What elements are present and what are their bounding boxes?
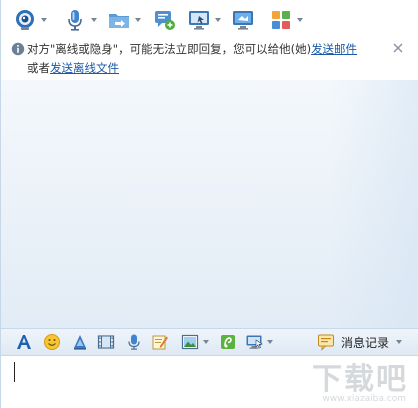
screenshot-button[interactable]	[97, 332, 115, 352]
film-strip-icon	[97, 335, 115, 349]
smiley-icon	[44, 334, 60, 350]
message-history-button[interactable]: 消息记录	[317, 332, 403, 352]
chat-history-icon	[318, 334, 334, 351]
watermark-logo-text: 下载吧	[312, 362, 408, 397]
chevron-down-icon[interactable]	[203, 340, 209, 344]
remote-assist-button[interactable]	[187, 7, 221, 33]
watermark: 下载吧 www.xiazaiba.com	[292, 350, 412, 406]
microphone-icon	[68, 10, 82, 31]
voice-button[interactable]	[63, 7, 97, 33]
top-toolbar	[1, 0, 418, 38]
gift-icon	[221, 335, 235, 349]
chevron-down-icon[interactable]	[135, 18, 141, 22]
apps-button[interactable]	[269, 7, 303, 33]
screen-capture-icon	[246, 335, 263, 349]
offline-notice: 对方"离线或隐身"，可能无法立即回复，您可以给他(她)发送邮件 或者发送离线文件	[7, 40, 413, 78]
close-icon[interactable]	[391, 41, 405, 55]
font-icon	[17, 335, 31, 349]
chevron-down-icon[interactable]	[297, 18, 303, 22]
shake-icon	[74, 335, 86, 350]
microphone-icon	[128, 334, 140, 350]
doodle-button[interactable]	[151, 332, 169, 352]
file-transfer-button[interactable]	[107, 7, 141, 33]
apps-grid-icon	[272, 11, 290, 29]
send-offline-file-link[interactable]: 发送离线文件	[50, 61, 119, 75]
message-add-icon	[155, 11, 175, 30]
screen-capture-button[interactable]	[245, 332, 273, 352]
chevron-down-icon[interactable]	[41, 18, 47, 22]
chevron-down-icon[interactable]	[396, 340, 403, 344]
chevron-down-icon[interactable]	[267, 340, 273, 344]
chat-window: 对方"离线或隐身"，可能无法立即回复，您可以给他(她)发送邮件 或者发送离线文件	[0, 0, 418, 408]
notice-line-1: 对方"离线或隐身"，可能无法立即回复，您可以给他(她)发送邮件	[27, 40, 357, 58]
message-history-area[interactable]	[1, 80, 418, 328]
text-cursor	[14, 362, 15, 382]
info-icon	[11, 42, 25, 56]
remote-desktop-icon	[189, 11, 209, 30]
shake-window-button[interactable]	[71, 332, 89, 352]
screen-share-icon	[233, 11, 253, 30]
chevron-down-icon[interactable]	[215, 18, 221, 22]
gift-button[interactable]	[219, 332, 237, 352]
folder-transfer-icon	[109, 14, 129, 28]
screen-share-button[interactable]	[231, 7, 255, 33]
image-icon	[181, 334, 199, 350]
webcam-icon	[16, 10, 34, 30]
send-image-button[interactable]	[181, 332, 209, 352]
create-discussion-button[interactable]	[153, 7, 177, 33]
watermark-url: www.xiazaiba.com	[322, 394, 406, 404]
voice-message-button[interactable]	[125, 332, 143, 352]
send-email-link[interactable]: 发送邮件	[311, 42, 357, 56]
notice-text: 对方"离线或隐身"，可能无法立即回复，您可以给他(她)	[27, 42, 312, 56]
notice-line-2: 或者发送离线文件	[27, 59, 119, 77]
notice-text-or: 或者	[27, 61, 50, 75]
webcam-button[interactable]	[13, 7, 47, 33]
message-history-label: 消息记录	[341, 335, 390, 350]
chevron-down-icon[interactable]	[91, 18, 97, 22]
note-pencil-icon	[152, 335, 168, 350]
emoji-button[interactable]	[43, 332, 61, 352]
font-button[interactable]	[15, 332, 33, 352]
